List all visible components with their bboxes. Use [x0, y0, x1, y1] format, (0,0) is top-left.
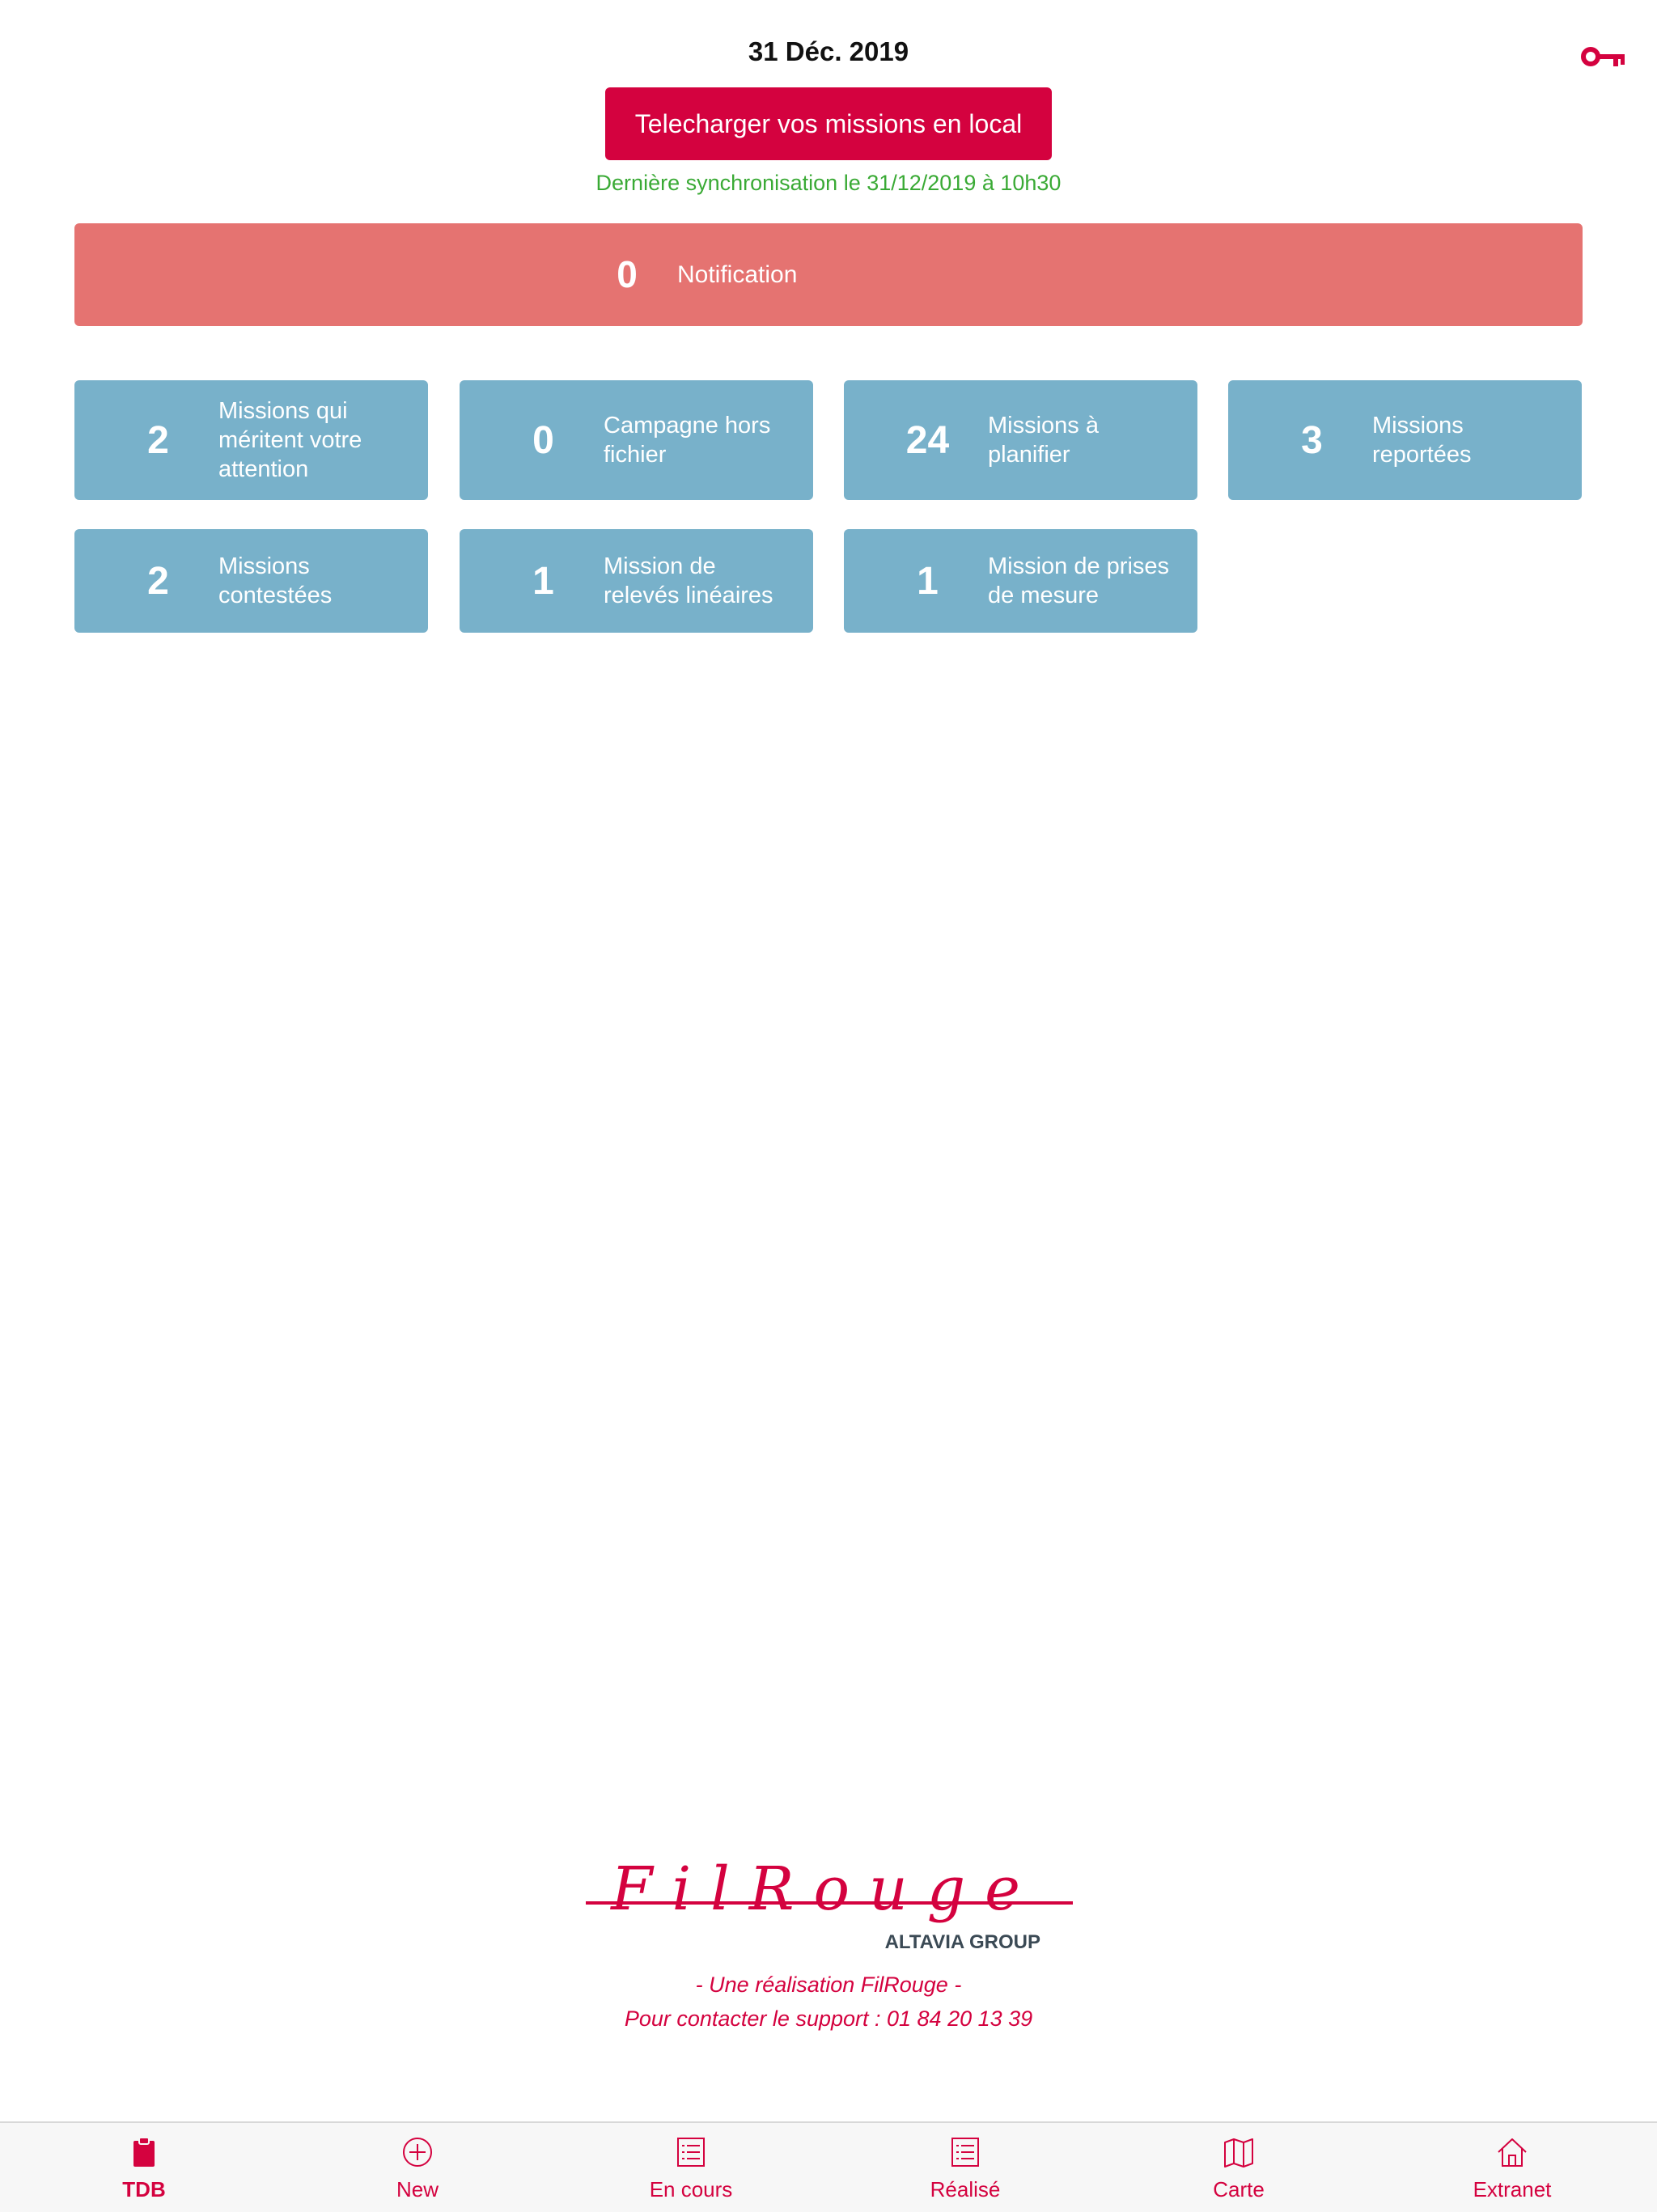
tab-bar: TDB New En cours Réalisé Carte Extranet [0, 2121, 1657, 2212]
plus-circle-icon [403, 2138, 432, 2167]
list-icon [677, 2138, 705, 2167]
tab-label: Carte [1213, 2177, 1265, 2201]
tile-campagne-hors-fichier[interactable]: 0 Campagne hors fichier [460, 380, 813, 500]
tab-label: En cours [649, 2177, 733, 2201]
tile-label: Missions contestées [218, 553, 333, 608]
home-icon [1498, 2138, 1527, 2167]
tile-count: 0 [532, 418, 554, 462]
notification-label: Notification [677, 261, 798, 288]
tile-label: Missions à planifier [988, 413, 1099, 468]
tile-count: 2 [147, 418, 169, 462]
logo-group: ALTAVIA GROUP [885, 1931, 1040, 1953]
tab-label: Réalisé [930, 2177, 1001, 2201]
tile-missions-reportees[interactable]: 3 Missions reportées [1228, 380, 1582, 500]
tile-label: Mission de relevés linéaires [604, 553, 773, 608]
last-sync-text: Dernière synchronisation le 31/12/2019 à… [595, 171, 1062, 195]
tab-extranet[interactable]: Extranet [1375, 2123, 1650, 2212]
list-icon [951, 2138, 979, 2167]
tile-label: Missions reportées [1372, 413, 1472, 468]
tile-count: 3 [1301, 418, 1323, 462]
page-date: 31 Déc. 2019 [748, 36, 909, 66]
tile-missions-attention[interactable]: 2 Missions qui méritent votre attention [74, 380, 428, 500]
tab-carte[interactable]: Carte [1101, 2123, 1376, 2212]
tab-realise[interactable]: Réalisé [828, 2123, 1103, 2212]
tile-count: 1 [917, 559, 939, 603]
tab-label: TDB [122, 2177, 166, 2201]
tile-label: Campagne hors fichier [604, 413, 771, 468]
clipboard-icon [133, 2137, 155, 2167]
tile-missions-contestees[interactable]: 2 Missions contestées [74, 529, 428, 633]
tile-count: 1 [532, 559, 554, 603]
tab-new[interactable]: New [280, 2123, 555, 2212]
tile-label: Missions qui méritent votre attention [218, 398, 362, 482]
tab-label: Extranet [1473, 2177, 1552, 2201]
download-missions-button[interactable]: Telecharger vos missions en local [605, 87, 1052, 160]
notification-banner[interactable]: 0 Notification [74, 223, 1583, 326]
tile-missions-a-planifier[interactable]: 24 Missions à planifier [844, 380, 1197, 500]
credit-text: - Une réalisation FilRouge - [695, 1973, 962, 1997]
tile-count: 24 [905, 418, 950, 462]
support-contact: Pour contacter le support : 01 84 20 13 … [624, 2006, 1033, 2031]
tile-prises-de-mesure[interactable]: 1 Mission de prises de mesure [844, 529, 1197, 633]
map-icon [1224, 2138, 1253, 2168]
tile-releves-lineaires[interactable]: 1 Mission de relevés linéaires [460, 529, 813, 633]
tile-count: 2 [147, 559, 169, 603]
tab-tdb[interactable]: TDB [6, 2123, 282, 2212]
tab-label: New [396, 2177, 439, 2201]
tile-label: Mission de prises de mesure [988, 553, 1170, 608]
logo-wordmark: FilRouge [609, 1861, 1040, 1924]
filrouge-logo: FilRouge ALTAVIA GROUP [586, 1861, 1073, 1953]
tab-en-cours[interactable]: En cours [553, 2123, 828, 2212]
key-icon[interactable] [1581, 42, 1626, 71]
